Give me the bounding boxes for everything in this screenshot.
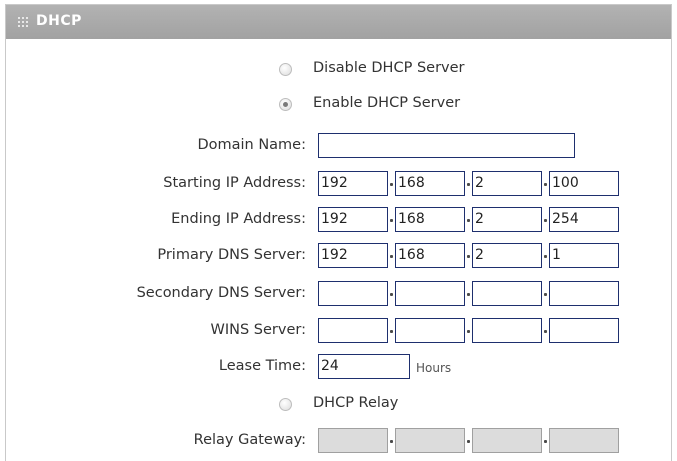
ip-separator-dot — [467, 183, 470, 186]
dhcp-relay-radio[interactable] — [279, 398, 292, 411]
wins-octet-1[interactable] — [318, 318, 388, 343]
secondary-dns-octet-3[interactable] — [472, 281, 542, 306]
ip-separator-dot — [390, 330, 393, 333]
ip-separator-dot — [544, 255, 547, 258]
secondary-dns-octet-1[interactable] — [318, 281, 388, 306]
lease-time-input[interactable]: 24 — [318, 354, 410, 379]
lease-time-label: Lease Time: — [218, 358, 306, 374]
disable-dhcp-label: Disable DHCP Server — [313, 60, 465, 76]
ending-ip-octet-2[interactable]: 168 — [395, 207, 465, 232]
starting-ip-octet-2[interactable]: 168 — [395, 171, 465, 196]
ending-ip-label: Ending IP Address: — [171, 211, 306, 227]
wins-octet-3[interactable] — [472, 318, 542, 343]
primary-dns-octet-3[interactable]: 2 — [472, 243, 542, 268]
relay-gateway-octet-2[interactable] — [395, 428, 465, 453]
enable-dhcp-radio[interactable] — [279, 98, 292, 111]
grip-icon — [18, 17, 30, 29]
wins-octet-4[interactable] — [549, 318, 619, 343]
domain-name-label: Domain Name: — [197, 137, 306, 153]
starting-ip-octet-3[interactable]: 2 — [472, 171, 542, 196]
ip-separator-dot — [390, 183, 393, 186]
ip-separator-dot — [390, 293, 393, 296]
relay-gateway-octet-3[interactable] — [472, 428, 542, 453]
disable-dhcp-radio[interactable] — [279, 63, 292, 76]
enable-dhcp-label: Enable DHCP Server — [313, 95, 461, 111]
lease-time-unit: Hours — [416, 361, 452, 375]
primary-dns-label: Primary DNS Server: — [157, 247, 306, 263]
ip-separator-dot — [467, 255, 470, 258]
ip-separator-dot — [467, 219, 470, 222]
dhcp-relay-label: DHCP Relay — [313, 395, 399, 411]
secondary-dns-octet-4[interactable] — [549, 281, 619, 306]
starting-ip-octet-4[interactable]: 100 — [549, 171, 619, 196]
primary-dns-octet-1[interactable]: 192 — [318, 243, 388, 268]
ending-ip-octet-3[interactable]: 2 — [472, 207, 542, 232]
secondary-dns-octet-2[interactable] — [395, 281, 465, 306]
ip-separator-dot — [467, 293, 470, 296]
ip-separator-dot — [390, 219, 393, 222]
ip-separator-dot — [544, 219, 547, 222]
ip-separator-dot — [390, 255, 393, 258]
domain-name-input[interactable] — [318, 133, 575, 158]
primary-dns-octet-4[interactable]: 1 — [549, 243, 619, 268]
ending-ip-octet-4[interactable]: 254 — [549, 207, 619, 232]
ip-separator-dot — [544, 330, 547, 333]
ip-separator-dot — [390, 440, 393, 443]
ip-separator-dot — [544, 183, 547, 186]
primary-dns-octet-2[interactable]: 168 — [395, 243, 465, 268]
ending-ip-octet-1[interactable]: 192 — [318, 207, 388, 232]
relay-gateway-octet-4[interactable] — [549, 428, 619, 453]
panel-title: DHCP — [36, 13, 82, 29]
starting-ip-label: Starting IP Address: — [163, 175, 306, 191]
ip-separator-dot — [467, 330, 470, 333]
ip-separator-dot — [467, 440, 470, 443]
relay-gateway-label: Relay Gateway: — [193, 432, 306, 448]
wins-server-label: WINS Server: — [210, 322, 306, 338]
wins-octet-2[interactable] — [395, 318, 465, 343]
ip-separator-dot — [544, 440, 547, 443]
panel-titlebar: DHCP — [6, 5, 671, 39]
secondary-dns-label: Secondary DNS Server: — [136, 285, 306, 301]
ip-separator-dot — [544, 293, 547, 296]
relay-gateway-octet-1[interactable] — [318, 428, 388, 453]
starting-ip-octet-1[interactable]: 192 — [318, 171, 388, 196]
